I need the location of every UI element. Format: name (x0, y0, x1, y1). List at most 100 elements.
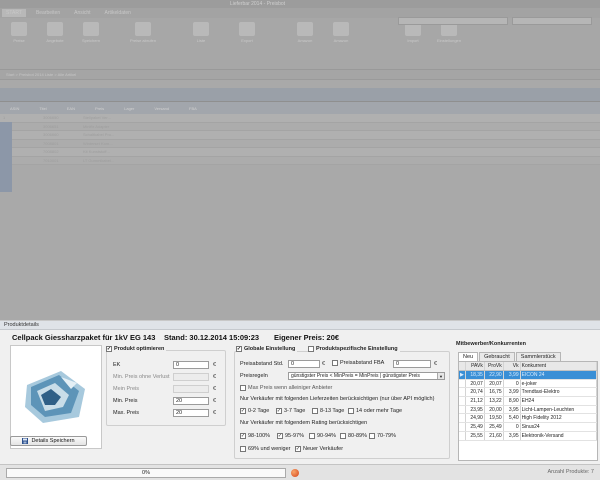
stand-timestamp: Stand: 30.12.2014 15:09:23 (164, 333, 260, 342)
table-row[interactable]: 20,74 16,75 3,99 Trendtaxi-Elektro (459, 388, 597, 398)
save-details-button[interactable]: Details Speichern (10, 436, 87, 446)
checkbox-box (308, 346, 314, 352)
ribbon-button-angebote[interactable]: Angebote (40, 22, 70, 43)
tab-sammlerstueck[interactable]: Sammlerstück (515, 352, 561, 361)
rating-label: Nur Verkäufer mit folgendem Rating berüc… (240, 420, 368, 426)
optimize-checkbox[interactable]: ✓ Produkt optimieren (106, 346, 167, 352)
rating-new-seller-checkbox[interactable]: ✓ Neuer Verkäufer (295, 446, 343, 452)
ribbon-button-preise-abrufen[interactable]: Preise abrufen (128, 22, 158, 43)
abstand-fba-checkbox[interactable]: Preisabstand FBA (332, 360, 384, 366)
abstand-std-input[interactable]: 0 (288, 360, 320, 368)
ribbon-button-amazon-1[interactable]: Amazon (290, 22, 320, 43)
table-row[interactable]: 24,90 19,50 5,40 High Fidelity 2012 (459, 414, 597, 424)
max-price-label: Max. Preis (113, 410, 139, 416)
table-row[interactable]: 25,55 21,60 3,95 Elektronik-Versand (459, 431, 597, 441)
table-row[interactable]: 1 3006650 Stellpaket Ver... (0, 114, 600, 123)
ribbon-tab-artikeldaten[interactable]: Artikeldaten (101, 9, 135, 17)
ribbon-button-export[interactable]: Export (232, 22, 262, 43)
grid-header-ean[interactable]: EAN (57, 106, 85, 111)
window-title: Lieferbar 2014 - Preisbot (230, 1, 286, 7)
ribbon-button-einstellungen[interactable]: Einstellungen (434, 22, 464, 43)
progress-bar: 0% (6, 468, 286, 478)
ribbon-button-import[interactable]: Import (398, 22, 428, 43)
specific-setting-checkbox[interactable]: Produktspezifische Einstellung (308, 346, 400, 352)
table-row[interactable]: 21,12 13,22 8,90 EH24 (459, 397, 597, 406)
table-row[interactable]: 57008802Kit Kunststoff... (0, 148, 600, 157)
rating-95-97-checkbox[interactable]: ✓ 95-97% (277, 433, 304, 439)
col-konkurrent[interactable]: Konkurrent (521, 362, 597, 370)
grid-column-headers: ASIN Titel EAN Preis Lager Versand FBA (0, 102, 600, 114)
checkbox-box: ✓ (240, 432, 246, 439)
col-pavk[interactable]: PAVk (466, 362, 485, 370)
min-price-no-loss-currency: € (213, 374, 217, 380)
tab-neu[interactable]: Neu (458, 352, 479, 361)
preisregeln-select[interactable]: günstigster Preis < MinPreis = MinPreis … (288, 372, 445, 380)
rating-90-94-checkbox[interactable]: 90-94% (309, 433, 336, 439)
grid-header-asin[interactable]: ASIN (0, 106, 29, 111)
table-row[interactable]: ▶ 18,35 22,90 3,99 EICON 24 (459, 371, 597, 380)
amazon-icon (333, 22, 349, 36)
checkbox-box: ✓ (277, 432, 283, 439)
ribbon-button-amazon-2[interactable]: Amazon (326, 22, 356, 43)
checkbox-box (312, 408, 318, 414)
max-price-input[interactable]: 20 (173, 409, 209, 417)
max-price-alone-checkbox[interactable]: Max Preis wenn alleiniger Anbieter (240, 385, 332, 391)
ek-label: EK (113, 362, 121, 368)
background-application: Lieferbar 2014 - Preisbot START Bearbeit… (0, 0, 600, 320)
global-setting-checkbox[interactable]: ✓ Globale Einstellung (236, 346, 298, 352)
ribbon-button-speichern[interactable]: Speichern (76, 22, 106, 43)
col-provk[interactable]: ProVk (485, 362, 504, 370)
rating-80-89-checkbox[interactable]: 80-89% (340, 433, 367, 439)
search-filter-input[interactable] (512, 17, 592, 25)
ribbon-button-preise[interactable]: Preise (4, 22, 34, 43)
ribbon-tabs: START Bearbeiten Ansicht Artikeldaten (0, 8, 600, 18)
ribbon-button-liste[interactable]: Liste (186, 22, 216, 43)
rating-70-79-checkbox[interactable]: 70-79% (369, 433, 396, 439)
delivery-3-7-checkbox[interactable]: ✓ 3-7 Tage (276, 408, 305, 414)
table-row[interactable]: 47008801Winterset Kom... (0, 140, 600, 148)
ribbon-tab-ansicht[interactable]: Ansicht (70, 9, 94, 17)
my-price-input (173, 385, 209, 393)
min-price-input[interactable]: 20 (173, 397, 209, 405)
competitors-table-header: PAVk ProVk Vk Konkurrent (459, 362, 597, 371)
progress-text: 0% (142, 470, 150, 476)
checkbox-box (340, 433, 346, 439)
grid-header-versand[interactable]: Versand (144, 106, 179, 111)
col-vk[interactable]: Vk (504, 362, 521, 370)
checkbox-box: ✓ (276, 407, 282, 414)
grid-header-fba[interactable]: FBA (179, 106, 207, 111)
grid-header-titel[interactable]: Titel (29, 106, 56, 111)
table-row[interactable]: 33006660Schaltkabel Pro... (0, 131, 600, 140)
grid-header-preis[interactable]: Preis (85, 106, 114, 111)
abstand-std-label: Preisabstand Std. (240, 361, 284, 367)
export-icon (239, 22, 255, 36)
checkbox-box (369, 433, 375, 439)
delivery-0-2-checkbox[interactable]: ✓ 0-2 Tage (240, 408, 269, 414)
table-row[interactable]: 23006651Minifix Adapter (0, 123, 600, 131)
my-price-label: Mein Preis (113, 386, 139, 392)
price-icon (11, 22, 27, 36)
ribbon-tab-bearbeiten[interactable]: Bearbeiten (32, 9, 64, 17)
table-row[interactable]: 20,07 20,07 0 e-joker (459, 379, 597, 389)
grid-rows: 13006650Stellpaket Ver... 23006651Minifi… (0, 114, 600, 165)
table-row[interactable]: 25,49 25,49 0 Sinus24 (459, 423, 597, 432)
min-price-label: Min. Preis (113, 398, 138, 404)
rating-69-less-checkbox[interactable]: 69% und weniger (240, 446, 291, 452)
abstand-fba-input[interactable]: 0 (393, 360, 431, 368)
window-titlebar: Lieferbar 2014 - Preisbot (0, 0, 600, 8)
grid-header-lager[interactable]: Lager (114, 106, 144, 111)
checkbox-box (348, 408, 354, 414)
own-price: Eigener Preis: 20€ (274, 333, 340, 342)
breadcrumb: Start > Preisbot 2014 Liste > Alle Artik… (0, 70, 600, 80)
delivery-14-plus-checkbox[interactable]: 14 oder mehr Tage (348, 408, 402, 414)
table-row[interactable]: 67010001LT Gummikabel... (0, 157, 600, 165)
status-bar: 0% Anzahl Produkte: 7 (0, 464, 600, 480)
tab-gebraucht[interactable]: Gebraucht (479, 352, 515, 361)
ek-input[interactable]: 0 (173, 361, 209, 369)
rating-98-100-checkbox[interactable]: ✓ 98-100% (240, 433, 270, 439)
stop-icon[interactable] (291, 469, 299, 477)
ribbon-tab-start[interactable]: START (2, 9, 26, 17)
search-input[interactable] (398, 17, 508, 25)
table-row[interactable]: 23,95 20,00 3,95 Licht-Lampen-Leuchten (459, 405, 597, 415)
delivery-8-13-checkbox[interactable]: 8-13 Tage (312, 408, 344, 414)
